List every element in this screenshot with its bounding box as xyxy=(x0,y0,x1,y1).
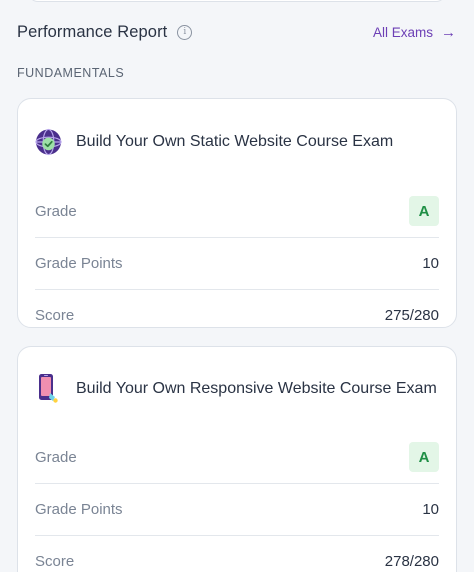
grade-points-row: Grade Points 10 xyxy=(35,237,439,289)
grade-row: Grade A xyxy=(35,431,439,483)
grade-points-value: 10 xyxy=(422,501,439,518)
page-title: Performance Report xyxy=(17,22,168,41)
score-row: Score 275/280 xyxy=(35,289,439,341)
exam-card[interactable]: Build Your Own Static Website Course Exa… xyxy=(17,98,457,328)
info-icon[interactable]: i xyxy=(177,24,193,40)
all-exams-link[interactable]: All Exams → xyxy=(373,25,456,40)
all-exams-label: All Exams xyxy=(372,24,433,40)
grade-points-value: 10 xyxy=(422,255,439,272)
score-value: 275/280 xyxy=(384,307,439,324)
grade-points-label: Grade Points xyxy=(35,255,123,272)
exam-card-header: Build Your Own Static Website Course Exa… xyxy=(35,99,439,185)
grade-points-row: Grade Points 10 xyxy=(35,483,439,535)
exam-card[interactable]: Build Your Own Responsive Website Course… xyxy=(17,346,457,572)
mobile-phone-icon xyxy=(35,374,62,404)
score-label: Score xyxy=(35,307,75,324)
exam-title: Build Your Own Responsive Website Course… xyxy=(76,380,437,397)
title-group: Performance Report i xyxy=(17,22,193,42)
grade-points-label: Grade Points xyxy=(35,501,123,518)
grade-row: Grade A xyxy=(35,185,439,237)
grade-badge: A xyxy=(409,196,439,226)
previous-card-edge xyxy=(28,0,446,2)
score-row: Score 278/280 xyxy=(35,535,439,572)
score-value: 278/280 xyxy=(384,553,439,570)
grade-label: Grade xyxy=(35,448,77,466)
grade-badge: A xyxy=(409,442,439,472)
score-label: Score xyxy=(35,553,75,570)
report-header: Performance Report i All Exams → xyxy=(17,18,456,46)
globe-icon xyxy=(35,127,62,157)
section-label: FUNDAMENTALS xyxy=(17,66,125,80)
arrow-right-icon: → xyxy=(441,23,456,41)
exam-title: Build Your Own Static Website Course Exa… xyxy=(76,133,394,150)
grade-label: Grade xyxy=(35,202,77,220)
exam-card-header: Build Your Own Responsive Website Course… xyxy=(35,347,439,431)
